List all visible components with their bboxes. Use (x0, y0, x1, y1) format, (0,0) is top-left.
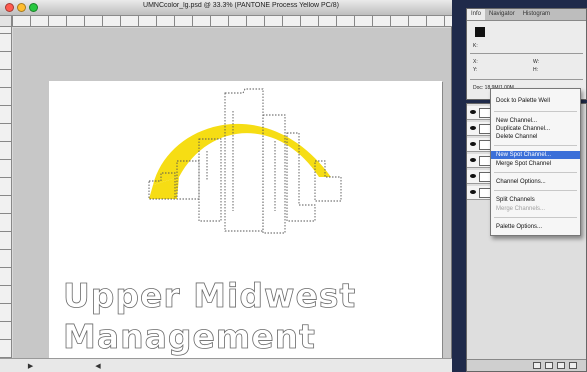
tab-histogram[interactable]: Histogram (519, 9, 554, 20)
trash-icon[interactable] (569, 362, 577, 369)
eye-icon[interactable] (470, 126, 476, 130)
minimize-window-button[interactable] (17, 3, 26, 12)
horizontal-ruler[interactable] (12, 16, 452, 27)
load-selection-icon[interactable] (533, 362, 541, 369)
channels-flyout-menu: Dock to Palette Well New Channel... Dupl… (490, 88, 581, 236)
zoom-readout[interactable] (6, 363, 8, 370)
info-panel-tabs: Info Navigator Histogram (467, 9, 586, 21)
eye-icon[interactable] (470, 190, 476, 194)
menu-item-palette-options[interactable]: Palette Options... (491, 223, 580, 231)
ruler-origin[interactable] (0, 16, 12, 27)
info-h-label: H: (533, 67, 538, 73)
menu-item-dock-to-palette-well[interactable]: Dock to Palette Well (491, 97, 580, 105)
scroll-left-icon[interactable]: ◀ (95, 363, 100, 370)
eye-icon[interactable] (470, 174, 476, 178)
menu-item-split-channels[interactable]: Split Channels (491, 196, 580, 204)
document-canvas[interactable]: Upper Midwest Management (49, 81, 442, 368)
eye-icon[interactable] (470, 158, 476, 162)
eye-icon[interactable] (470, 110, 476, 114)
info-divider (470, 79, 583, 80)
menu-item-delete-channel[interactable]: Delete Channel (491, 133, 580, 141)
menu-item-merge-spot-channel[interactable]: Merge Spot Channel (491, 160, 580, 168)
info-panel: Info Navigator Histogram K: X: Y: W: H: … (466, 8, 587, 100)
menu-item-new-spot-channel[interactable]: New Spot Channel... (491, 151, 580, 159)
title-bar[interactable]: UMNCcolor_lg.psd @ 33.3% (PANTONE Proces… (0, 0, 452, 16)
channels-toolbar (467, 359, 586, 371)
menu-separator (494, 217, 577, 218)
info-k-label: K: (473, 43, 478, 49)
company-name-line-1: Upper Midwest (63, 276, 357, 315)
vertical-ruler[interactable] (0, 27, 12, 358)
info-w-label: W: (533, 59, 540, 65)
zoom-window-button[interactable] (29, 3, 38, 12)
menu-separator (494, 172, 577, 173)
new-channel-icon[interactable] (557, 362, 565, 369)
menu-item-duplicate-channel[interactable]: Duplicate Channel... (491, 125, 580, 133)
status-arrow-icon[interactable]: ▶ (28, 363, 33, 370)
tab-navigator[interactable]: Navigator (485, 9, 519, 20)
menu-separator (494, 145, 577, 146)
menu-separator (494, 111, 577, 112)
menu-item-merge-channels: Merge Channels... (496, 206, 546, 212)
document-window: UMNCcolor_lg.psd @ 33.3% (PANTONE Proces… (0, 0, 452, 372)
company-name-line-2: Management (63, 317, 316, 356)
tab-info[interactable]: Info (467, 9, 486, 20)
save-selection-icon[interactable] (545, 362, 553, 369)
menu-item-channel-options[interactable]: Channel Options... (491, 178, 580, 186)
close-window-button[interactable] (5, 3, 14, 12)
info-divider (470, 53, 583, 54)
info-x-label: X: (473, 59, 478, 65)
menu-separator (494, 190, 577, 191)
pasteboard: Upper Midwest Management (13, 28, 451, 368)
document-title: UMNCcolor_lg.psd @ 33.3% (PANTONE Proces… (143, 2, 339, 9)
info-y-label: Y: (473, 67, 478, 73)
eye-icon[interactable] (470, 142, 476, 146)
status-bar: ▶ ◀ (0, 358, 452, 372)
menu-item-new-channel[interactable]: New Channel... (491, 117, 580, 125)
color-sample-icon (475, 27, 485, 37)
